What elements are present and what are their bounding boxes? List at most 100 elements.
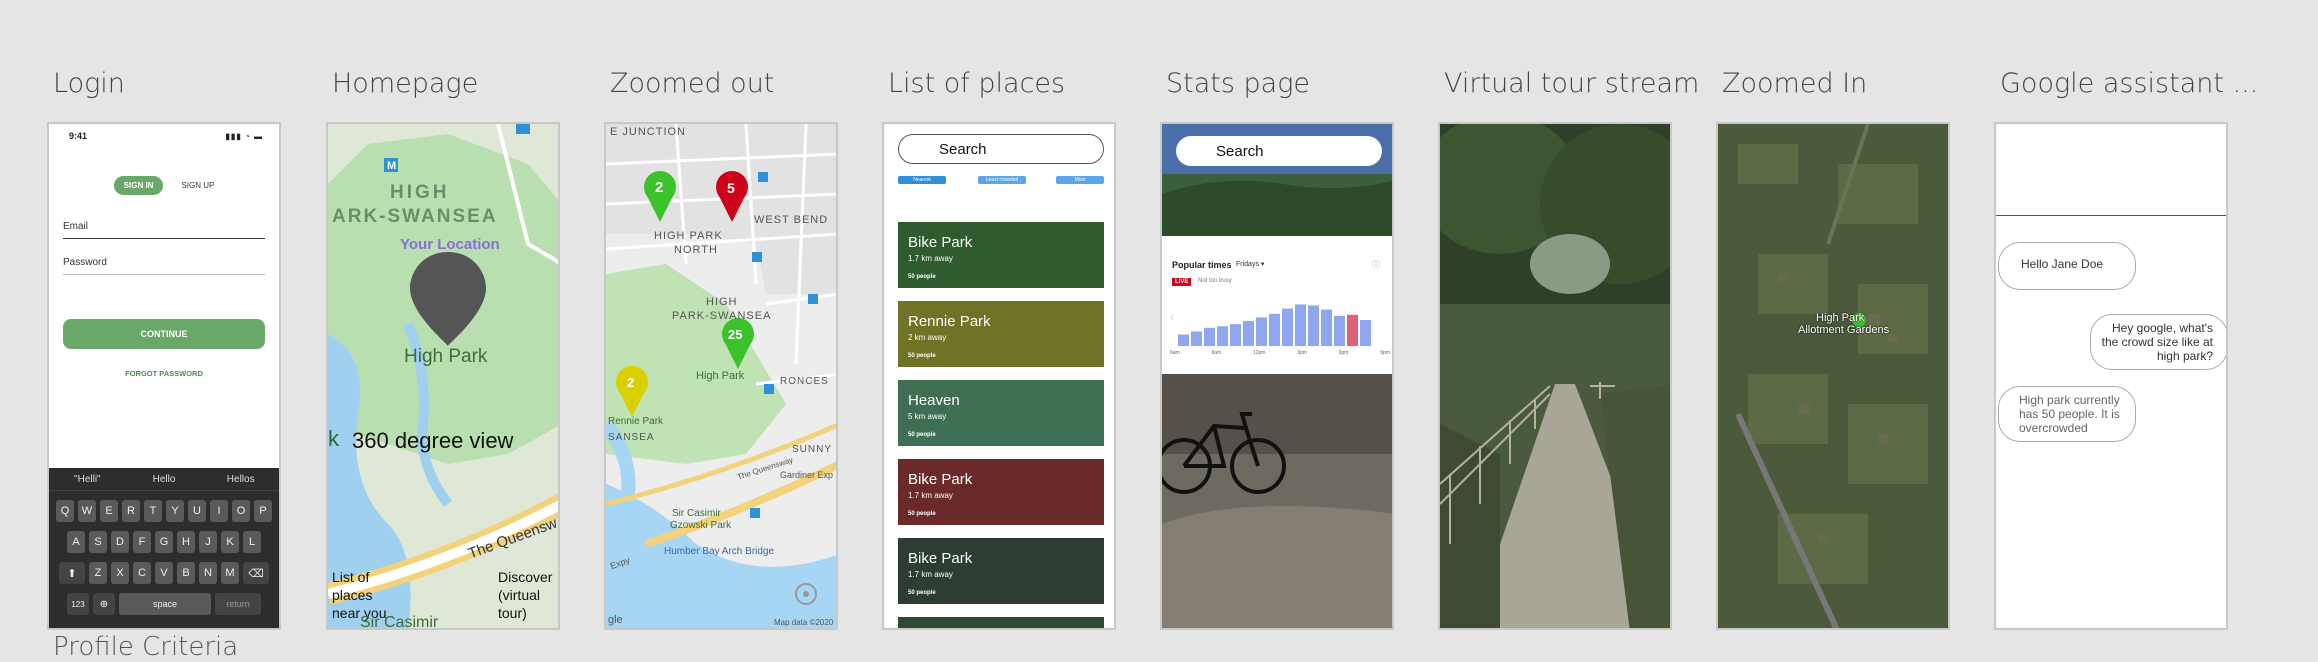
key-y[interactable]: Y — [166, 500, 184, 522]
key-s[interactable]: S — [89, 531, 107, 553]
assistant-header-area — [1996, 124, 2226, 216]
key-g[interactable]: G — [155, 531, 173, 553]
key-b[interactable]: B — [177, 562, 195, 584]
key-w[interactable]: W — [78, 500, 96, 522]
map-label: Humber Bay Arch Bridge — [664, 546, 775, 557]
place-crowd: 50 people — [908, 511, 936, 517]
suggestion[interactable]: Hello — [126, 474, 203, 485]
screen-title-assistant: Google assistant ... — [2000, 68, 2259, 99]
key-t[interactable]: T — [144, 500, 162, 522]
list-of-places-screen: Search Nearest Least crowded Most Bike P… — [882, 122, 1116, 630]
key-r[interactable]: R — [122, 500, 140, 522]
key-e[interactable]: E — [100, 500, 118, 522]
map-label: NORTH — [674, 244, 718, 256]
backspace-key[interactable]: ⌫ — [243, 562, 269, 584]
map-label: Sir Casimir — [360, 614, 439, 630]
numbers-key[interactable]: 123 — [67, 593, 89, 615]
chart-bar — [1308, 305, 1319, 346]
screen-title-virtual-tour: Virtual tour stream — [1444, 68, 1700, 99]
key-l[interactable]: L — [243, 531, 261, 553]
filter-chip-most[interactable]: Most — [1056, 176, 1104, 184]
place-distance: 1.7 km away — [908, 491, 953, 500]
key-a[interactable]: A — [67, 531, 85, 553]
key-m[interactable]: M — [221, 562, 239, 584]
chart-x-tick: 9pm — [1380, 350, 1390, 356]
info-icon[interactable]: ⓘ — [1372, 259, 1380, 270]
map-label: Allotment Gardens — [1798, 324, 1890, 336]
map-area-label: HIGH — [390, 182, 450, 203]
user-message: Hey google, what's the crowd size like a… — [2090, 314, 2226, 370]
assistant-message: Hello Jane Doe — [1998, 242, 2136, 290]
chart-bar — [1243, 321, 1254, 346]
crowd-pin-yellow[interactable]: 2 — [627, 375, 634, 390]
place-card[interactable]: Bike Park 1.7 km away 50 people — [898, 222, 1104, 288]
email-field[interactable]: Email — [63, 221, 265, 239]
return-key[interactable]: return — [215, 593, 261, 615]
chart-bar — [1230, 324, 1241, 346]
status-icons: ▮▮▮ ◔ ▬ — [225, 131, 263, 141]
key-o[interactable]: O — [232, 500, 250, 522]
key-c[interactable]: C — [133, 562, 151, 584]
sign-up-tab[interactable]: SIGN UP — [181, 181, 214, 190]
chart-bar — [1191, 331, 1202, 346]
place-card[interactable]: Rennie Park 2 km away 50 people — [898, 301, 1104, 367]
place-name: Bike Park — [908, 234, 973, 251]
status-bar: 9:41 ▮▮▮ ◔ ▬ — [49, 124, 279, 148]
map-label: E JUNCTION — [610, 126, 686, 138]
place-card[interactable]: Bike Park — [898, 617, 1104, 628]
place-label: High Park — [404, 346, 488, 367]
chart-bar — [1256, 317, 1267, 346]
key-v[interactable]: V — [155, 562, 173, 584]
place-card[interactable]: Bike Park 1.7 km away 50 people — [898, 538, 1104, 604]
key-n[interactable]: N — [199, 562, 217, 584]
day-select[interactable]: Fridays ▾ — [1236, 260, 1264, 268]
filter-chip-least-crowded[interactable]: Least crowded — [978, 176, 1026, 184]
crowd-pin-red[interactable]: 5 — [727, 180, 735, 196]
continue-button[interactable]: CONTINUE — [63, 319, 265, 349]
suggestion[interactable]: "Helli" — [49, 474, 126, 485]
live-badge: LIVE — [1172, 278, 1192, 286]
key-k[interactable]: K — [221, 531, 239, 553]
key-d[interactable]: D — [111, 531, 129, 553]
place-card[interactable]: Bike Park 1.7 km away 50 people — [898, 459, 1104, 525]
crowd-pin-green[interactable]: 2 — [655, 179, 663, 196]
key-j[interactable]: J — [199, 531, 217, 553]
chart-x-tick: 9am — [1211, 350, 1222, 356]
key-x[interactable]: X — [111, 562, 129, 584]
keyboard-suggestions: "Helli" Hello Hellos — [49, 468, 279, 491]
key-h[interactable]: H — [177, 531, 195, 553]
assistant-message: High park currently has 50 people. It is… — [1998, 386, 2136, 442]
shift-key[interactable]: ⬆ — [59, 562, 85, 584]
key-u[interactable]: U — [188, 500, 206, 522]
satellite-map[interactable] — [1718, 124, 1950, 630]
key-f[interactable]: F — [133, 531, 151, 553]
suggestion[interactable]: Hellos — [202, 474, 279, 485]
filter-chip-nearest[interactable]: Nearest — [898, 176, 946, 184]
key-p[interactable]: P — [254, 500, 272, 522]
forgot-password-link[interactable]: FORGOT PASSWORD — [49, 369, 279, 378]
space-key[interactable]: space — [119, 593, 211, 615]
360-view-button[interactable]: 360 degree view — [352, 428, 513, 454]
key-i[interactable]: I — [210, 500, 228, 522]
chart-bar-live — [1347, 314, 1358, 346]
screen-title-login: Login — [53, 68, 125, 99]
password-field[interactable]: Password — [63, 257, 265, 275]
auth-toggle: SIGN IN SIGN UP — [49, 176, 279, 195]
chevron-left-icon[interactable]: ‹ — [1170, 310, 1174, 324]
sign-in-tab[interactable]: SIGN IN — [113, 176, 164, 195]
popular-times-title: Popular times — [1172, 260, 1232, 270]
place-crowd: 50 people — [908, 353, 936, 359]
virtual-tour-stream-video[interactable] — [1440, 124, 1672, 630]
discover-button[interactable]: Discover (virtual tour) — [498, 568, 558, 622]
search-input[interactable]: Search — [1176, 136, 1382, 166]
map-data-credit: Map data ©2020 — [774, 618, 834, 627]
globe-icon[interactable]: ⊕ — [93, 593, 115, 615]
crowd-pin-green[interactable]: 25 — [728, 327, 742, 342]
search-input[interactable]: Search — [898, 134, 1104, 164]
place-card[interactable]: Heaven 5 km away 50 people — [898, 380, 1104, 446]
key-z[interactable]: Z — [89, 562, 107, 584]
assistant-screen: Hello Jane Doe Hey google, what's the cr… — [1994, 122, 2228, 630]
key-q[interactable]: Q — [56, 500, 74, 522]
place-name: Bike Park — [908, 471, 973, 488]
chart-bar — [1282, 308, 1293, 346]
